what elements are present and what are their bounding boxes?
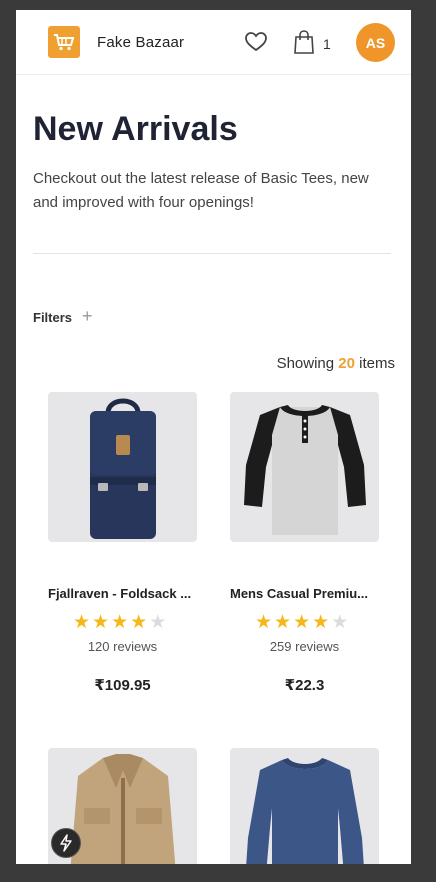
results-count: Showing 20 items	[277, 355, 395, 372]
product-image-shirt[interactable]	[230, 392, 379, 542]
plus-icon: +	[82, 306, 93, 326]
showing-count: 20	[338, 355, 355, 372]
star-empty-icon: ★	[149, 612, 167, 633]
quick-action-button[interactable]	[51, 828, 81, 858]
showing-suffix: items	[359, 355, 395, 372]
star-filled-icon: ★	[73, 612, 91, 633]
product-image-long-sleeve[interactable]	[230, 748, 379, 864]
section-divider	[33, 253, 391, 254]
shopping-bag-icon[interactable]	[293, 30, 315, 54]
product-price: ₹22.3	[284, 677, 325, 694]
filters-label: Filters	[33, 310, 73, 325]
product-card[interactable]: Fjallraven - Foldsack ... ★ ★ ★ ★ ★ 120 …	[48, 392, 208, 694]
filters-toggle[interactable]: Filters +	[33, 306, 93, 327]
showing-prefix: Showing	[276, 355, 335, 372]
cart-count-badge: 1	[323, 36, 331, 52]
brand-name[interactable]: Fake Bazaar	[97, 34, 184, 51]
product-name[interactable]: Mens Casual Premiu...	[230, 586, 390, 601]
page-title: New Arrivals	[33, 110, 238, 148]
product-price: ₹109.95	[94, 677, 151, 694]
product-image-backpack[interactable]	[48, 392, 197, 542]
lightning-icon	[60, 834, 72, 852]
product-name[interactable]: Fjallraven - Foldsack ...	[48, 586, 208, 601]
app-frame: Fake Bazaar 1 AS New Arrivals Checkout o…	[16, 10, 411, 864]
star-filled-icon: ★	[111, 612, 129, 633]
review-count: 259 reviews	[269, 639, 340, 654]
review-count: 120 reviews	[87, 639, 158, 654]
star-filled-icon: ★	[255, 612, 273, 633]
star-filled-icon: ★	[312, 612, 330, 633]
star-empty-icon: ★	[331, 612, 349, 633]
star-filled-icon: ★	[92, 612, 110, 633]
store-logo-icon[interactable]	[48, 26, 80, 58]
product-card[interactable]	[230, 748, 390, 864]
product-card[interactable]: Mens Casual Premiu... ★ ★ ★ ★ ★ 259 revi…	[230, 392, 390, 694]
user-avatar[interactable]: AS	[356, 23, 395, 62]
star-filled-icon: ★	[130, 612, 148, 633]
star-filled-icon: ★	[293, 612, 311, 633]
page-subtitle: Checkout out the latest release of Basic…	[33, 170, 369, 211]
rating-stars: ★ ★ ★ ★ ★	[73, 613, 208, 633]
wishlist-heart-icon[interactable]	[245, 32, 267, 52]
top-navigation: Fake Bazaar 1 AS	[16, 10, 411, 75]
rating-stars: ★ ★ ★ ★ ★	[255, 613, 390, 633]
star-filled-icon: ★	[274, 612, 292, 633]
